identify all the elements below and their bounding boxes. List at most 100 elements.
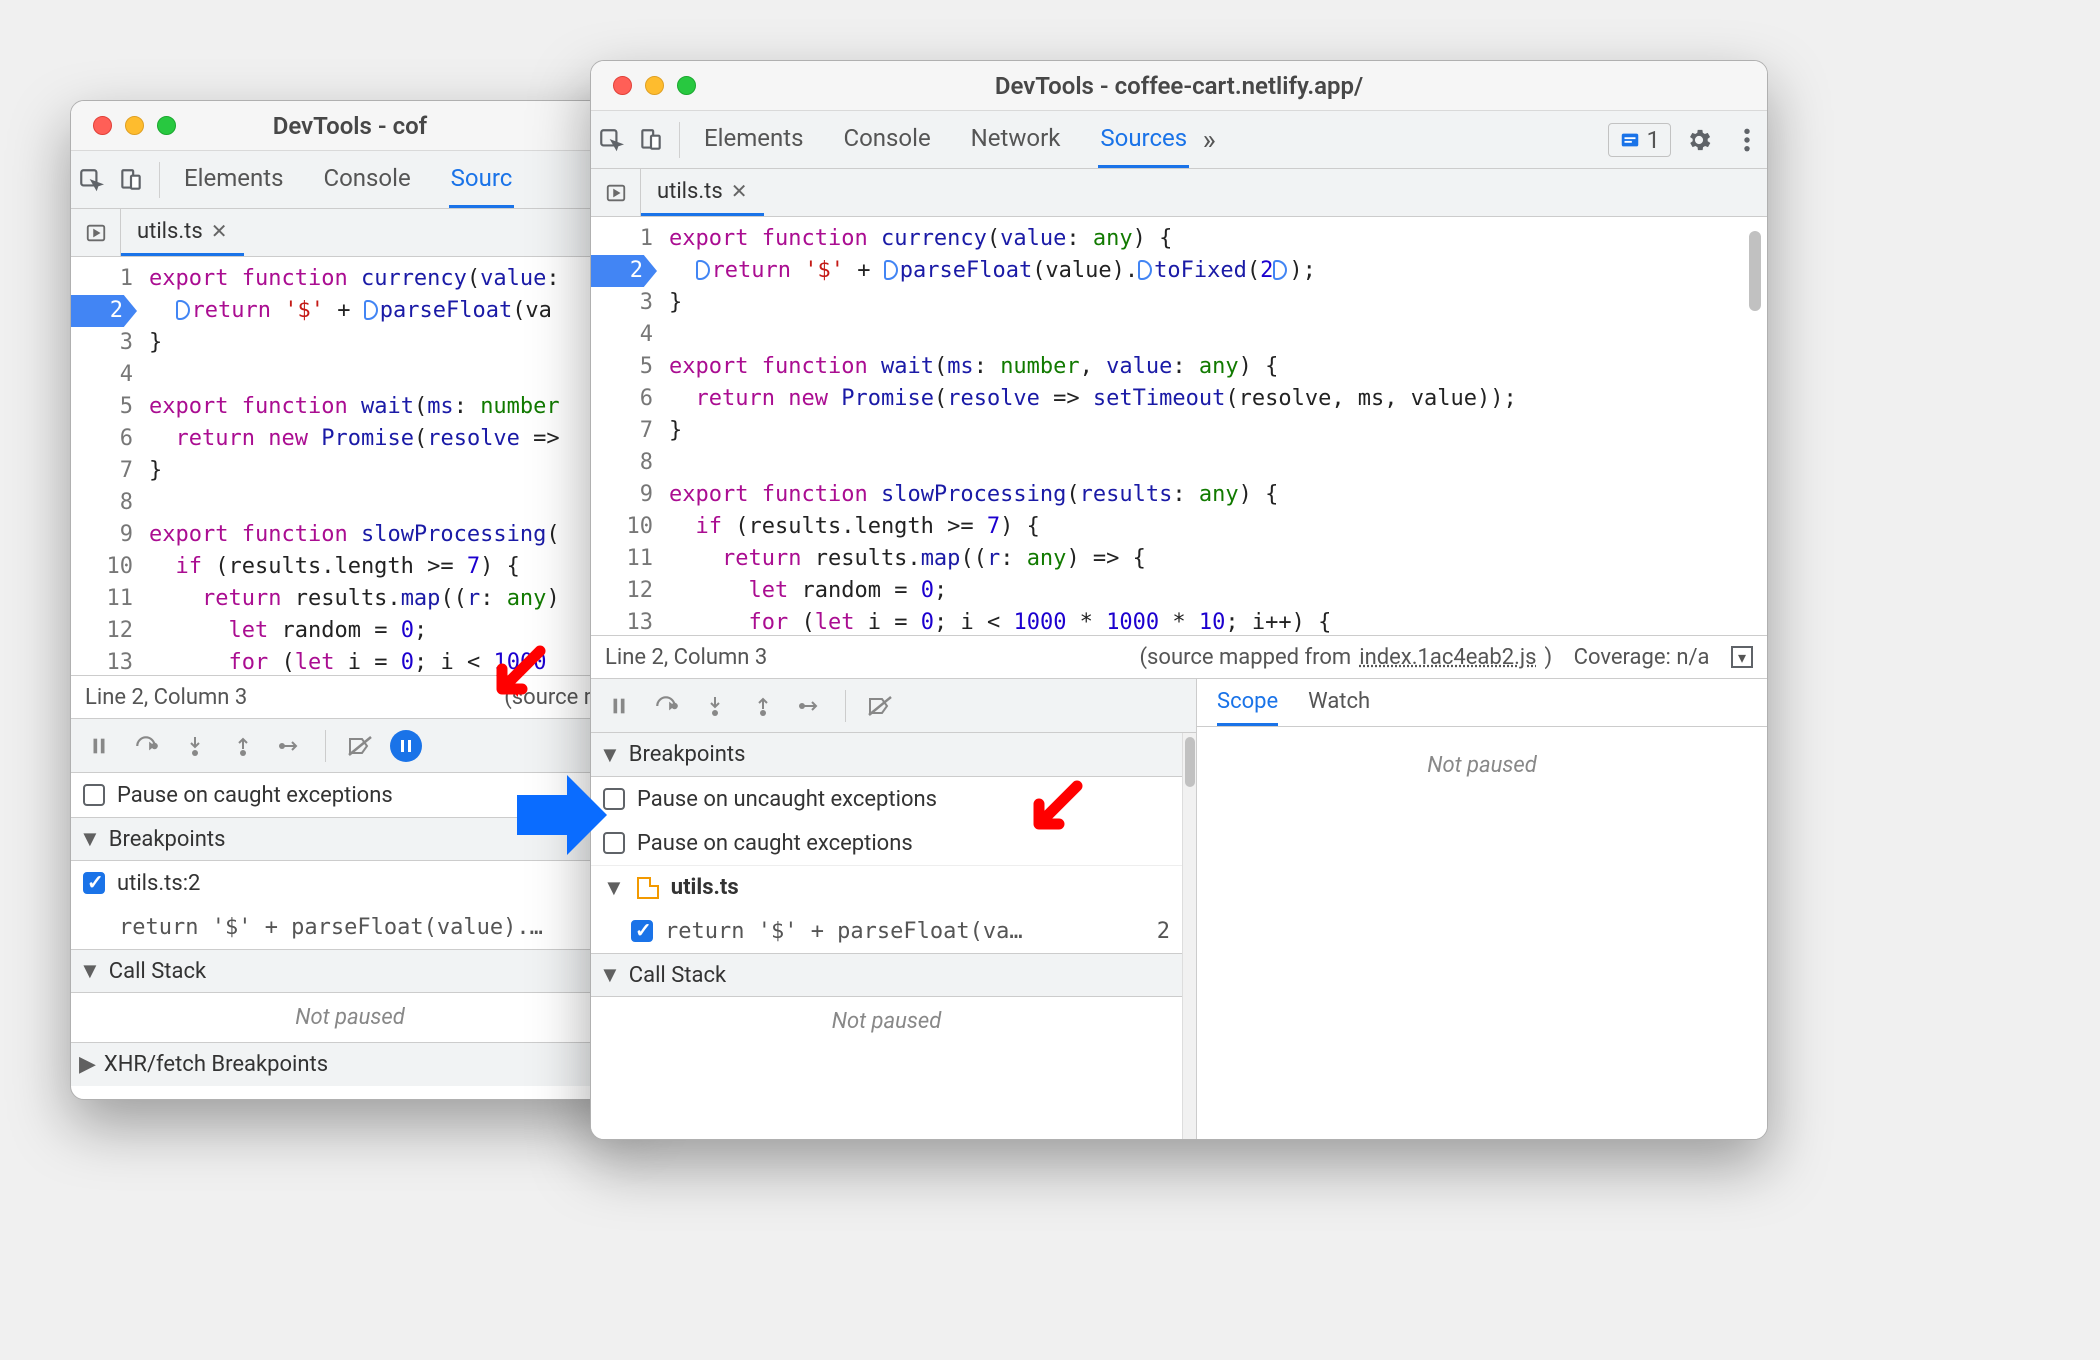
navigator-toggle-icon[interactable] <box>71 209 121 256</box>
inspect-icon[interactable] <box>71 160 111 200</box>
step-out-icon[interactable] <box>745 688 781 724</box>
step-over-icon[interactable] <box>129 728 165 764</box>
maximize-window-icon[interactable] <box>677 76 696 95</box>
file-tab-utils[interactable]: utils.ts ✕ <box>641 169 764 216</box>
titlebar[interactable]: DevTools - cof <box>71 101 629 151</box>
minimize-window-icon[interactable] <box>645 76 664 95</box>
mapped-prefix: (source mapped from <box>1140 645 1352 670</box>
step-out-icon[interactable] <box>225 728 261 764</box>
file-icon <box>637 877 659 899</box>
pause-caught-row[interactable]: Pause on caught exceptions <box>71 773 629 817</box>
debugger-panels: ▼ Breakpoints Pause on uncaught exceptio… <box>591 679 1767 1139</box>
device-toggle-icon[interactable] <box>111 160 151 200</box>
checkbox-icon[interactable] <box>603 832 625 854</box>
issues-badge[interactable]: 1 <box>1608 123 1672 157</box>
tab-elements[interactable]: Elements <box>182 151 285 208</box>
pause-uncaught-label: Pause on uncaught exceptions <box>637 787 937 812</box>
devtools-window-new: DevTools - coffee-cart.netlify.app/ Elem… <box>590 60 1768 1140</box>
main-toolbar: Elements Console Network Sources » 1 <box>591 111 1767 169</box>
breakpoint-group-file: utils.ts <box>671 875 739 900</box>
code-content[interactable]: export function currency(value: any) { r… <box>663 217 1767 635</box>
close-icon[interactable]: ✕ <box>211 219 228 243</box>
breakpoints-header[interactable]: ▼ Breakpoints <box>591 733 1182 777</box>
chevron-down-icon: ▼ <box>599 742 621 768</box>
code-content[interactable]: export function currency(value: return '… <box>143 257 629 675</box>
panel-tabs: Elements Console Network Sources <box>688 111 1189 168</box>
more-tabs-icon[interactable]: » <box>1189 120 1229 160</box>
breakpoint-line-number: 2 <box>1157 919 1170 944</box>
line-gutter[interactable]: 12345678910111213 <box>591 217 663 635</box>
breakpoint-item-row[interactable]: return '$' + parseFloat(va… 2 <box>591 909 1182 953</box>
chevron-right-icon: ▶ <box>79 1052 96 1077</box>
tab-network[interactable]: Network <box>969 111 1063 168</box>
checkbox-icon[interactable] <box>83 784 105 806</box>
deactivate-breakpoints-icon[interactable] <box>862 688 898 724</box>
maximize-window-icon[interactable] <box>157 116 176 135</box>
xhr-label: XHR/fetch Breakpoints <box>104 1052 328 1077</box>
pause-uncaught-row[interactable]: Pause on uncaught exceptions <box>591 777 1182 821</box>
line-gutter[interactable]: 12345678910111213 <box>71 257 143 675</box>
inspect-icon[interactable] <box>591 120 631 160</box>
code-editor[interactable]: 12345678910111213 export function curren… <box>71 257 629 675</box>
checkbox-checked-icon[interactable] <box>631 920 653 942</box>
coverage-info: Coverage: n/a <box>1574 645 1710 670</box>
callstack-header[interactable]: ▼ Call Stack <box>591 953 1182 997</box>
step-icon[interactable] <box>793 688 829 724</box>
scope-not-paused: Not paused <box>1197 727 1767 790</box>
debugger-toolbar <box>591 679 1196 733</box>
navigator-toggle-icon[interactable] <box>591 169 641 216</box>
pause-button[interactable] <box>601 688 637 724</box>
callstack-header[interactable]: ▼ Call Stack <box>71 949 629 993</box>
tab-console[interactable]: Console <box>321 151 412 208</box>
tab-console[interactable]: Console <box>841 111 932 168</box>
editor-status-bar: Line 2, Column 3 (source mapped from ind… <box>591 635 1767 679</box>
mapped-file-link[interactable]: index.1ac4eab2.js <box>1359 645 1536 670</box>
window-title: DevTools - coffee-cart.netlify.app/ <box>591 72 1767 100</box>
panel-tabs: Elements Console Sourc <box>168 151 514 208</box>
not-paused-text: Not paused <box>71 993 629 1042</box>
settings-icon[interactable] <box>1679 126 1719 154</box>
step-into-icon[interactable] <box>177 728 213 764</box>
breakpoints-label: Breakpoints <box>109 827 226 852</box>
step-over-icon[interactable] <box>649 688 685 724</box>
step-icon[interactable] <box>273 728 309 764</box>
tab-scope[interactable]: Scope <box>1217 679 1278 726</box>
titlebar[interactable]: DevTools - coffee-cart.netlify.app/ <box>591 61 1767 111</box>
breakpoints-panel: ▼ Breakpoints Pause on uncaught exceptio… <box>591 679 1197 1139</box>
tab-sources[interactable]: Sourc <box>449 151 515 208</box>
issues-count: 1 <box>1647 126 1661 154</box>
scope-watch-tabs: Scope Watch <box>1197 679 1767 727</box>
close-window-icon[interactable] <box>93 116 112 135</box>
breakpoint-row[interactable]: utils.ts:2 <box>71 861 629 905</box>
deactivate-breakpoints-icon[interactable] <box>342 728 378 764</box>
pause-caught-row[interactable]: Pause on caught exceptions <box>591 821 1182 865</box>
checkbox-icon[interactable] <box>603 788 625 810</box>
scrollbar[interactable] <box>1182 733 1196 1139</box>
tab-watch[interactable]: Watch <box>1308 679 1370 726</box>
device-toggle-icon[interactable] <box>631 120 671 160</box>
breakpoints-header[interactable]: ▼ Breakpoints <box>71 817 629 861</box>
file-tabbar: utils.ts ✕ <box>591 169 1767 217</box>
more-menu-icon[interactable] <box>1727 127 1767 153</box>
pause-button[interactable] <box>81 728 117 764</box>
file-tab-utils[interactable]: utils.ts ✕ <box>121 209 244 256</box>
close-icon[interactable]: ✕ <box>731 179 748 203</box>
tab-elements[interactable]: Elements <box>702 111 805 168</box>
editor-status-bar: Line 2, Column 3 (source ma <box>71 675 629 719</box>
scrollbar[interactable] <box>1749 231 1761 311</box>
expand-icon[interactable]: ▾ <box>1731 646 1753 668</box>
scope-panel: Scope Watch Not paused <box>1197 679 1767 1139</box>
chevron-down-icon: ▼ <box>79 958 101 984</box>
xhr-breakpoints-header[interactable]: ▶ XHR/fetch Breakpoints <box>71 1042 629 1086</box>
checkbox-checked-icon[interactable] <box>83 872 105 894</box>
breakpoint-group-row[interactable]: ▼ utils.ts <box>591 865 1182 909</box>
pause-on-exceptions-icon[interactable] <box>390 730 422 762</box>
traffic-lights <box>71 116 176 135</box>
file-tab-label: utils.ts <box>137 219 203 244</box>
code-editor[interactable]: 12345678910111213 export function curren… <box>591 217 1767 635</box>
breakpoint-code-text: return '$' + parseFloat(value).… <box>119 915 543 940</box>
tab-sources[interactable]: Sources <box>1098 111 1189 168</box>
step-into-icon[interactable] <box>697 688 733 724</box>
close-window-icon[interactable] <box>613 76 632 95</box>
minimize-window-icon[interactable] <box>125 116 144 135</box>
